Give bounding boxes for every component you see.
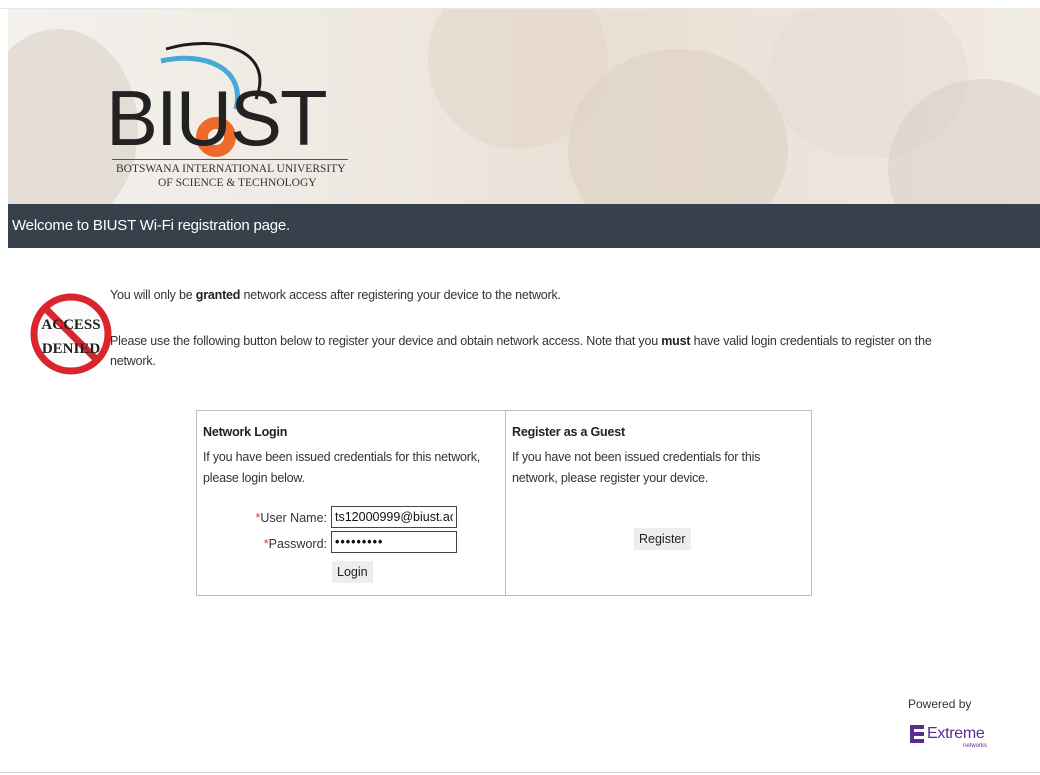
extreme-wordmark: Extreme bbox=[927, 725, 985, 742]
university-name-line2: OF SCIENCE & TECHNOLOGY bbox=[158, 177, 317, 189]
guest-registration-section: Register as a Guest If you have not been… bbox=[506, 411, 811, 595]
notice-granted-emphasis: granted bbox=[195, 288, 241, 302]
biust-logo: BIUST BOTSWANA INTERNATIONAL UNIVERSITY … bbox=[106, 39, 366, 189]
extreme-networks-logo: Extreme networks bbox=[910, 725, 990, 751]
welcome-bar: Welcome to BIUST Wi-Fi registration page… bbox=[8, 204, 1040, 248]
university-name-line1: BOTSWANA INTERNATIONAL UNIVERSITY bbox=[116, 163, 346, 175]
access-denied-bottom-text: DENIED bbox=[42, 341, 101, 357]
extreme-networks-sub: networks bbox=[963, 743, 988, 749]
username-label: *User Name: bbox=[255, 511, 327, 525]
password-label: *Password: bbox=[263, 537, 327, 551]
logo-divider bbox=[112, 159, 348, 160]
header-banner: BIUST BOTSWANA INTERNATIONAL UNIVERSITY … bbox=[8, 9, 1040, 204]
network-login-section: Network Login If you have been issued cr… bbox=[197, 411, 506, 595]
guest-description: If you have not been issued credentials … bbox=[512, 450, 761, 485]
password-input[interactable]: ••••••••• bbox=[331, 531, 457, 553]
username-input[interactable] bbox=[331, 506, 457, 528]
login-button[interactable]: Login bbox=[332, 561, 373, 583]
notice-must-emphasis: must bbox=[661, 334, 691, 348]
logo-wordmark: BIUST bbox=[106, 74, 328, 162]
network-login-title: Network Login bbox=[203, 425, 288, 439]
network-login-description: If you have been issued credentials for … bbox=[203, 450, 481, 485]
access-denied-top-text: ACCESS bbox=[41, 317, 100, 333]
welcome-title: Welcome to BIUST Wi-Fi registration page… bbox=[12, 217, 291, 234]
notice-line-1: You will only be granted network access … bbox=[110, 288, 561, 302]
register-button[interactable]: Register bbox=[634, 528, 691, 550]
notice-line-2: Please use the following button below to… bbox=[110, 334, 932, 348]
powered-by-label: Powered by bbox=[908, 697, 972, 711]
top-border bbox=[0, 0, 1040, 9]
extreme-logo-icon bbox=[910, 725, 924, 743]
notice-line-3: network. bbox=[110, 354, 156, 368]
bottom-border bbox=[0, 772, 1040, 773]
login-panel: Network Login If you have been issued cr… bbox=[196, 410, 812, 596]
guest-title: Register as a Guest bbox=[512, 425, 625, 439]
access-denied-icon: ACCESS DENIED bbox=[30, 293, 112, 375]
